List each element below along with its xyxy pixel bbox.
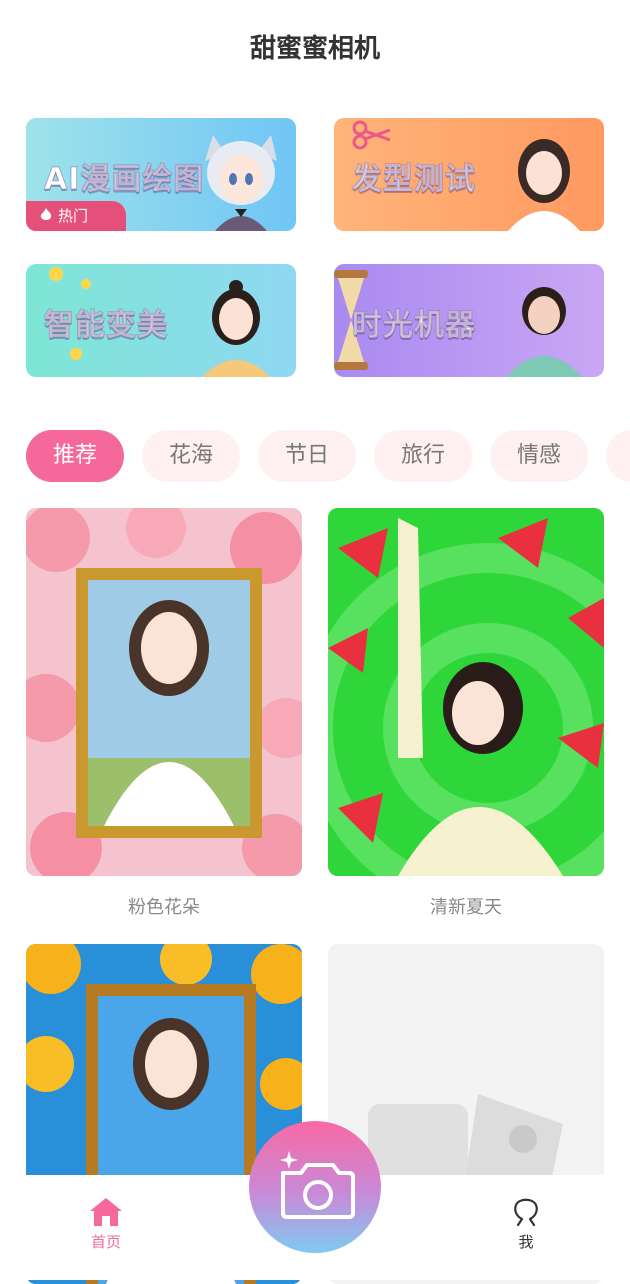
camera-icon	[280, 1151, 355, 1219]
nav-home-label: 首页	[90, 1233, 121, 1251]
tab-holiday[interactable]: 节日	[258, 430, 356, 482]
template-thumbnail	[328, 508, 604, 876]
tab-emotion[interactable]: 情感	[490, 430, 588, 482]
woman-portrait	[202, 280, 270, 377]
app-title: 甜蜜蜜相机	[249, 34, 380, 64]
nav-me[interactable]: 我	[486, 1195, 566, 1252]
feature-smart-beauty[interactable]: 智能变美	[26, 264, 296, 377]
hot-badge: 热门	[26, 201, 126, 231]
template-thumbnail	[26, 508, 302, 876]
feature-label: 时光机器	[352, 308, 476, 344]
template-card-pink-flowers[interactable]	[26, 508, 302, 876]
scissors-icon	[352, 120, 391, 150]
camera-button[interactable]	[249, 1121, 381, 1253]
feature-ai-comic[interactable]: AI漫画绘图 热门	[26, 118, 296, 231]
feature-time-machine[interactable]: 时光机器	[334, 264, 604, 377]
feature-hairstyle-test[interactable]: 发型测试	[334, 118, 604, 231]
template-caption: 清新夏天	[430, 897, 502, 918]
template-caption: 粉色花朵	[128, 897, 200, 918]
tab-flower-sea[interactable]: 花海	[142, 430, 240, 482]
home-icon	[90, 1198, 122, 1226]
tab-more[interactable]	[606, 430, 630, 482]
nav-home[interactable]: 首页	[66, 1195, 146, 1252]
tab-travel[interactable]: 旅行	[374, 430, 472, 482]
hot-badge-label: 热门	[58, 207, 89, 225]
feature-label: AI漫画绘图	[43, 162, 205, 198]
woman-portrait	[506, 287, 582, 377]
feature-label: 发型测试	[352, 162, 476, 198]
nav-me-label: 我	[518, 1233, 534, 1251]
category-tabs: 推荐 花海 节日 旅行 情感	[26, 430, 630, 482]
template-card-fresh-summer[interactable]	[328, 508, 604, 876]
flame-icon	[40, 208, 52, 220]
person-icon	[514, 1198, 538, 1227]
sparkle-icon	[280, 1151, 298, 1169]
feature-label: 智能变美	[44, 308, 168, 344]
woman-portrait	[508, 139, 580, 231]
tab-recommend[interactable]: 推荐	[26, 430, 124, 482]
